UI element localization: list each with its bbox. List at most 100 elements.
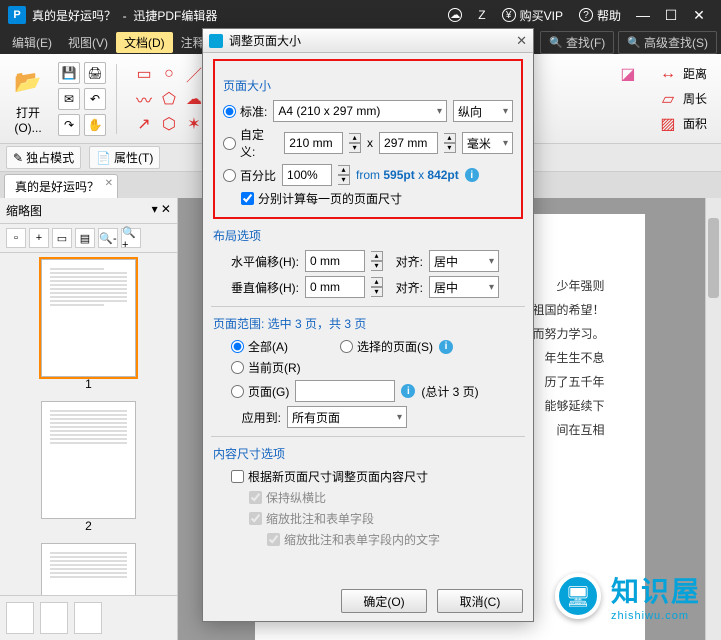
measure-distance-button[interactable]: ↔距离 — [657, 63, 707, 85]
align-label: 对齐: — [389, 253, 423, 270]
hshift-label: 水平偏移(H): — [231, 253, 299, 270]
tool-hand-icon[interactable]: ✋ — [84, 114, 106, 136]
width-input[interactable]: 210 mm — [284, 132, 343, 154]
dialog-close-button[interactable]: ✕ — [516, 33, 527, 49]
measure-area-button[interactable]: ▨面积 — [657, 113, 707, 135]
check-keep-ratio: 保持纵横比 — [249, 489, 326, 506]
eraser-button[interactable]: ◪ — [617, 63, 639, 135]
watermark: 🖥 知识屋 zhishiwu.com — [545, 566, 711, 626]
cloud-icon[interactable]: ☁ — [448, 8, 462, 22]
thumbnail-page-2[interactable]: 2 — [41, 401, 136, 533]
hshift-input[interactable]: 0 mm — [305, 250, 365, 272]
valign-select[interactable]: 居中▾ — [429, 276, 499, 298]
shape-polyline-icon[interactable]: 〰 — [133, 88, 155, 110]
from-hint: from 595pt x 842pt — [356, 168, 459, 182]
percent-input[interactable]: 100% — [282, 164, 332, 186]
cancel-button[interactable]: 取消(C) — [437, 589, 523, 613]
watermark-icon: 🖥 — [555, 573, 601, 619]
shape-circle-icon[interactable]: ○ — [158, 63, 180, 85]
check-scale-annot-text: 缩放批注和表单字段内的文字 — [267, 531, 440, 548]
section-layout: 布局选项 — [213, 227, 523, 244]
thumbnail-page-1[interactable]: 1 — [41, 259, 136, 391]
apply-to-label: 应用到: — [231, 409, 281, 426]
window-titlebar: P 真的是好运吗？ - 迅捷PDF编辑器 ☁ Z ¥购买VIP ?帮助 — ☐ … — [0, 0, 721, 30]
radio-custom[interactable]: 自定义: — [223, 126, 278, 160]
section-range: 页面范围: 选中 3 页，共 3 页 — [213, 315, 523, 332]
section-page-size: 页面大小 — [223, 77, 513, 94]
unit-select[interactable]: 毫米▾ — [462, 132, 513, 154]
watermark-url: zhishiwu.com — [611, 610, 701, 622]
find-button[interactable]: 🔍查找(F) — [540, 31, 614, 54]
close-tab-icon[interactable]: ✕ — [105, 178, 113, 189]
thumbnails-panel: 缩略图▾ ✕ ▫ + ▭ ▤ 🔍- 🔍+ 1 2 3 — [0, 198, 178, 640]
check-scale-annot: 缩放批注和表单字段 — [249, 510, 374, 527]
tool-undo-icon[interactable]: ↶ — [84, 88, 106, 110]
app-icon: P — [8, 6, 26, 24]
check-resize-content[interactable]: 根据新页面尺寸调整页面内容尺寸 — [231, 468, 428, 485]
info-icon[interactable]: i — [465, 168, 479, 182]
ok-button[interactable]: 确定(O) — [341, 589, 427, 613]
menu-edit[interactable]: 编辑(E) — [4, 32, 60, 53]
radio-current[interactable]: 当前页(R) — [231, 359, 301, 376]
shape-hex-icon[interactable]: ⬡ — [158, 113, 180, 135]
thumb-tool-4[interactable]: ▤ — [75, 228, 95, 248]
radio-pages[interactable]: 页面(G) — [231, 383, 289, 400]
halign-select[interactable]: 居中▾ — [429, 250, 499, 272]
thumb-tool-6[interactable]: 🔍+ — [121, 228, 141, 248]
thumb-tool-2[interactable]: + — [29, 228, 49, 248]
pages-input[interactable] — [295, 380, 395, 402]
window-title: 真的是好运吗？ - 迅捷PDF编辑器 — [32, 7, 217, 24]
tool-print-icon[interactable]: 🖨 — [84, 62, 106, 84]
tool-save-icon[interactable]: 💾 — [58, 62, 80, 84]
open-button[interactable]: 📂 打开(O)... — [4, 62, 52, 135]
menu-view[interactable]: 视图(V) — [60, 32, 116, 53]
radio-selected[interactable]: 选择的页面(S) — [340, 338, 433, 355]
preset-select[interactable]: A4 (210 x 297 mm)▾ — [273, 100, 447, 122]
footer-btn-3[interactable] — [74, 602, 102, 634]
dialog-title: 调整页面大小 — [229, 32, 301, 49]
document-tab[interactable]: 真的是好运吗？✕ — [4, 174, 118, 198]
measure-perimeter-button[interactable]: ▱周长 — [657, 88, 707, 110]
shape-arrow-icon[interactable]: ↗ — [133, 113, 155, 135]
advanced-find-button[interactable]: 🔍高级查找(S) — [618, 31, 717, 54]
shape-tools: ▭ ○ ／ 〰 ⬠ ☁ ↗ ⬡ ✶ — [127, 63, 205, 135]
help-button[interactable]: ?帮助 — [579, 7, 621, 24]
dialog-titlebar[interactable]: 调整页面大小 ✕ — [203, 29, 533, 53]
panel-menu-icon[interactable]: ▾ ✕ — [152, 202, 171, 219]
minimize-button[interactable]: — — [629, 7, 657, 23]
maximize-button[interactable]: ☐ — [657, 7, 685, 24]
info-icon[interactable]: i — [401, 384, 415, 398]
radio-standard[interactable]: 标准: — [223, 103, 267, 120]
vshift-input[interactable]: 0 mm — [305, 276, 365, 298]
thumbnails-header: 缩略图▾ ✕ — [0, 198, 177, 224]
footer-btn-2[interactable] — [40, 602, 68, 634]
info-icon[interactable]: i — [439, 340, 453, 354]
shape-polygon-icon[interactable]: ⬠ — [158, 88, 180, 110]
thumb-tool-3[interactable]: ▭ — [52, 228, 72, 248]
thumbnail-page-3[interactable]: 3 — [41, 543, 136, 595]
solo-mode-button[interactable]: ✎ 独占模式 — [6, 146, 81, 169]
shape-rect-icon[interactable]: ▭ — [133, 63, 155, 85]
close-button[interactable]: ✕ — [685, 7, 713, 24]
radio-all[interactable]: 全部(A) — [231, 338, 288, 355]
check-calc-each[interactable]: 分别计算每一页的页面尺寸 — [241, 190, 402, 207]
thumb-tool-1[interactable]: ▫ — [6, 228, 26, 248]
tool-mail-icon[interactable]: ✉ — [58, 88, 80, 110]
apply-to-select[interactable]: 所有页面▾ — [287, 406, 407, 428]
quick-tools: 💾 🖨 ✉ ↶ ↷ ✋ — [58, 62, 106, 136]
user-initial[interactable]: Z — [478, 8, 485, 22]
resize-page-dialog: 调整页面大小 ✕ 页面大小 标准: A4 (210 x 297 mm)▾ 纵向▾… — [202, 28, 534, 622]
valign-label: 对齐: — [389, 279, 423, 296]
menu-document[interactable]: 文档(D) — [116, 32, 173, 53]
height-input[interactable]: 297 mm — [379, 132, 438, 154]
page-size-highlight: 页面大小 标准: A4 (210 x 297 mm)▾ 纵向▾ 自定义: 210… — [213, 59, 523, 219]
footer-btn-1[interactable] — [6, 602, 34, 634]
thumb-tool-5[interactable]: 🔍- — [98, 228, 118, 248]
orientation-select[interactable]: 纵向▾ — [453, 100, 513, 122]
radio-percent[interactable]: 百分比 — [223, 167, 276, 184]
thumbnails-tools: ▫ + ▭ ▤ 🔍- 🔍+ — [0, 224, 177, 253]
properties-button[interactable]: 📄 属性(T) — [89, 146, 160, 169]
buy-vip-button[interactable]: ¥购买VIP — [502, 7, 563, 24]
vshift-label: 垂直偏移(H): — [231, 279, 299, 296]
tool-redo-icon[interactable]: ↷ — [58, 114, 80, 136]
